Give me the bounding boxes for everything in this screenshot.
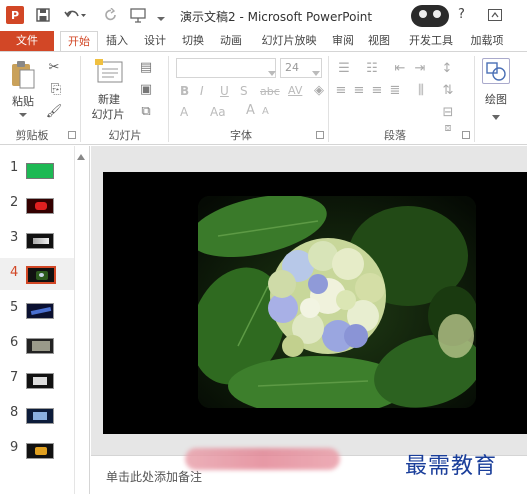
section-icon[interactable]: ⧉ <box>134 102 158 120</box>
grow-font-button[interactable]: A <box>246 103 255 118</box>
drawing-dropdown-icon[interactable] <box>492 110 500 120</box>
slide-thumbnail-4[interactable] <box>26 266 56 284</box>
decrease-indent-icon[interactable]: ⇤ <box>392 60 408 76</box>
redacted-region <box>185 448 340 470</box>
group-separator <box>80 56 81 142</box>
window-title: 演示文稿2 - Microsoft PowerPoint <box>180 10 373 24</box>
cut-icon[interactable]: ✂ <box>44 58 64 76</box>
font-name-field[interactable] <box>176 58 276 78</box>
bold-button[interactable]: B <box>180 84 189 98</box>
text-shadow-button[interactable]: S <box>240 84 248 98</box>
undo-icon[interactable] <box>62 6 88 24</box>
italic-button[interactable]: I <box>200 84 204 98</box>
paragraph-launcher-icon[interactable] <box>462 131 470 139</box>
strikethrough-button[interactable]: abc <box>260 85 280 98</box>
text-direction-icon[interactable]: ⇅ <box>438 82 458 98</box>
tab-review[interactable]: 审阅 <box>328 31 358 51</box>
align-left-icon[interactable]: ≡ <box>334 82 348 98</box>
slide-number: 8 <box>10 405 19 420</box>
new-slide-label-2[interactable]: 幻灯片 <box>88 106 128 122</box>
font-color-button[interactable]: A <box>180 105 188 119</box>
change-case-button[interactable]: Aa <box>210 105 226 119</box>
clipboard-launcher-icon[interactable] <box>68 131 76 139</box>
group-separator <box>168 56 169 142</box>
layout-icon[interactable]: ▤ <box>134 58 158 76</box>
hydrangea-photo[interactable] <box>198 196 476 408</box>
slide-thumbnail-3[interactable] <box>26 233 54 249</box>
slide-number: 2 <box>10 195 19 210</box>
powerpoint-logo-icon[interactable]: P <box>6 6 24 24</box>
align-text-icon[interactable]: ⊟ <box>438 104 458 120</box>
slide-number: 6 <box>10 335 19 350</box>
slide-thumbnail-7[interactable] <box>26 373 54 389</box>
paste-icon[interactable] <box>10 60 36 90</box>
line-spacing-icon[interactable]: ↕ <box>438 60 456 76</box>
tab-slide-show[interactable]: 幻灯片放映 <box>254 31 324 51</box>
new-slide-label-1[interactable]: 新建 <box>94 91 124 107</box>
watermark-logo: 最需教育 <box>405 454 498 479</box>
slide-thumbnail-8[interactable] <box>26 408 54 424</box>
group-separator <box>328 56 329 142</box>
tab-insert[interactable]: 插入 <box>102 31 132 51</box>
slide-number: 1 <box>10 160 19 175</box>
tab-design[interactable]: 设计 <box>140 31 170 51</box>
slide-thumbnail-9[interactable] <box>26 443 54 459</box>
slide-thumbnail-2[interactable] <box>26 198 54 214</box>
slide-number: 7 <box>10 370 19 385</box>
paragraph-group-label: 段落 <box>384 129 406 142</box>
tab-transitions[interactable]: 切换 <box>178 31 208 51</box>
start-from-beginning-icon[interactable] <box>128 6 150 24</box>
tab-developer[interactable]: 开发工具 <box>402 31 460 51</box>
tab-animations[interactable]: 动画 <box>216 31 246 51</box>
ribbon-display-options-icon[interactable] <box>488 9 502 21</box>
clear-formatting-icon[interactable]: ◈ <box>312 82 326 98</box>
bullets-icon[interactable]: ☰ <box>334 60 354 76</box>
slide-thumbnail-1[interactable] <box>26 163 54 179</box>
slide-number: 9 <box>10 440 19 455</box>
save-icon[interactable] <box>34 6 52 24</box>
columns-icon[interactable]: ⫼ <box>410 82 432 98</box>
clipboard-group-label: 剪贴板 <box>15 129 49 142</box>
tab-home[interactable]: 开始 <box>60 31 98 51</box>
align-right-icon[interactable]: ≡ <box>370 82 384 98</box>
drawing-label[interactable]: 绘图 <box>478 91 514 107</box>
slide-number: 4 <box>10 265 19 280</box>
help-icon[interactable]: ? <box>458 7 465 22</box>
increase-indent-icon[interactable]: ⇥ <box>412 60 428 76</box>
scroll-up-icon[interactable] <box>77 150 85 160</box>
new-slide-icon[interactable] <box>94 58 124 86</box>
redo-icon[interactable] <box>102 6 120 24</box>
powerpoint-window: P 演示文稿2 - Microsoft PowerPoint ? 文件 开始 插… <box>0 0 527 494</box>
slide-number: 5 <box>10 300 19 315</box>
character-spacing-button[interactable]: AV <box>288 84 302 97</box>
justify-icon[interactable]: ≣ <box>388 82 402 98</box>
tab-file[interactable]: 文件 <box>0 31 54 51</box>
font-group-label: 字体 <box>230 129 252 142</box>
drawing-icon[interactable] <box>482 58 510 84</box>
underline-button[interactable]: U <box>220 84 229 98</box>
slide-number: 3 <box>10 230 19 245</box>
slide-thumbnail-5[interactable] <box>26 303 54 319</box>
reset-icon[interactable]: ▣ <box>134 80 158 98</box>
customize-qat-icon[interactable] <box>156 12 166 21</box>
paste-button-label[interactable]: 粘贴 <box>8 93 38 109</box>
smartart-icon[interactable]: ⧈ <box>438 121 458 134</box>
font-size-dropdown-icon[interactable] <box>312 66 320 76</box>
font-launcher-icon[interactable] <box>316 131 324 139</box>
tab-view[interactable]: 视图 <box>364 31 394 51</box>
shrink-font-button[interactable]: A <box>262 106 269 117</box>
account-avatar[interactable] <box>411 5 449 27</box>
format-painter-icon[interactable]: 🖌 <box>44 102 64 120</box>
group-separator <box>474 56 475 142</box>
tab-addins[interactable]: 加载项 <box>464 31 510 51</box>
slide-thumbnail-6[interactable] <box>26 338 54 354</box>
copy-icon[interactable]: ⎘ <box>44 80 68 98</box>
font-name-dropdown-icon[interactable] <box>268 66 276 76</box>
thumbnails-scrollbar[interactable] <box>74 146 88 494</box>
notes-placeholder[interactable]: 单击此处添加备注 <box>106 468 202 485</box>
paste-dropdown-icon[interactable] <box>18 108 28 117</box>
numbering-icon[interactable]: ☷ <box>362 60 382 76</box>
slides-group-label: 幻灯片 <box>108 129 142 142</box>
align-center-icon[interactable]: ≡ <box>352 82 366 98</box>
